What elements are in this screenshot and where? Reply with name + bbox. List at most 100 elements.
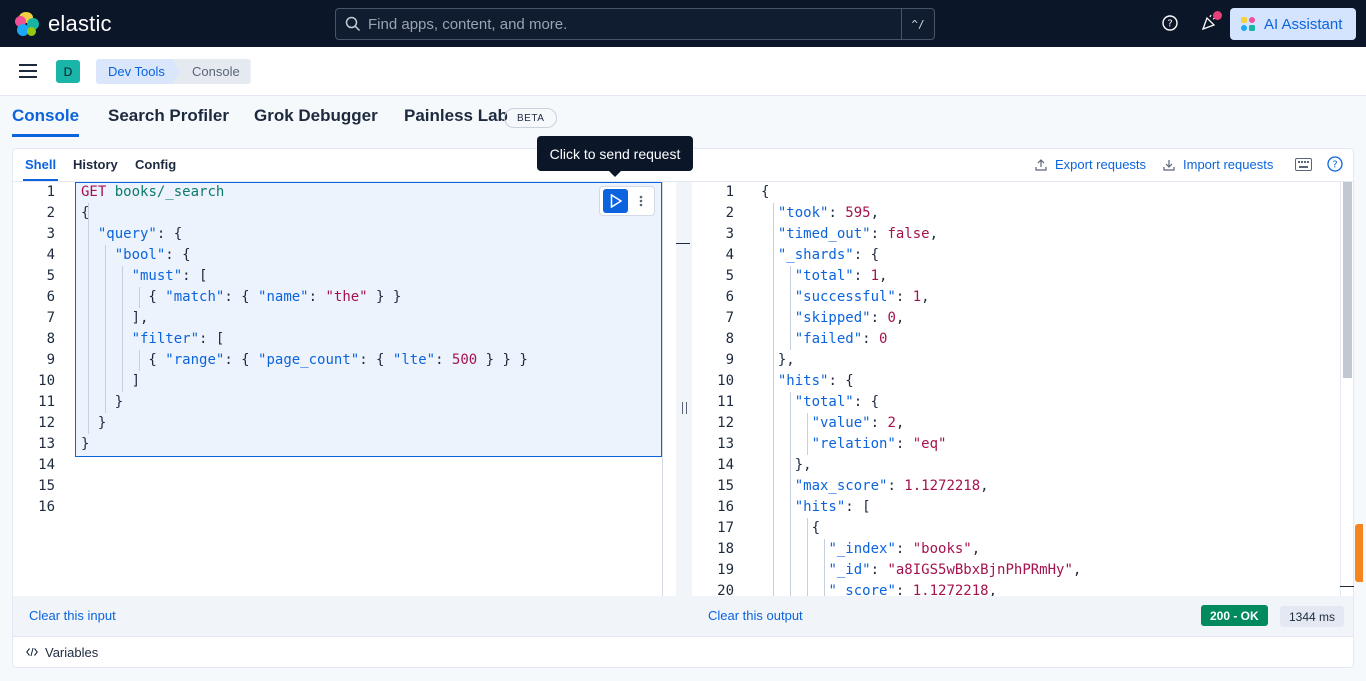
tab-shell[interactable]: Shell [22,157,59,181]
search-shortcut: ^/ [901,9,934,39]
elastic-logo-icon [15,11,40,37]
import-requests-button[interactable]: Import requests [1163,157,1273,172]
global-search[interactable]: ^/ [335,8,935,40]
line-number: 2 [725,205,734,221]
ai-assistant-icon [1241,17,1255,31]
logo-text: elastic [48,11,112,36]
import-icon [1163,159,1175,171]
console-help-icon[interactable]: ? [1327,156,1343,172]
line-number: 15 [38,478,55,494]
code-line: { [81,205,90,221]
space-avatar[interactable]: D [56,60,80,83]
code-line: } [81,436,90,452]
line-number: 9 [46,352,55,368]
code-line: "must": [ [131,268,208,284]
top-header: elastic ^/ ? AI Assistant [0,0,1366,47]
line-number: 5 [725,268,734,284]
output-line: "hits": [ [794,499,871,515]
output-line: "total": { [794,394,880,410]
line-number: 13 [717,436,734,452]
line-number: 11 [717,394,734,410]
ai-assistant-button[interactable]: AI Assistant [1230,8,1356,40]
code-icon [26,647,38,657]
output-scrollbar[interactable] [1340,182,1353,596]
line-number: 14 [38,457,55,473]
editor-footer: Clear this input [13,596,676,636]
breadcrumb-console: Console [172,59,251,84]
line-number: 2 [46,205,55,221]
line-number: 15 [717,478,734,494]
keyboard-shortcuts-icon[interactable] [1295,158,1312,171]
variables-bar[interactable]: Variables [13,636,1353,667]
more-actions-icon[interactable] [638,193,644,209]
line-number: 18 [717,541,734,557]
feedback-tab[interactable] [1355,524,1363,582]
search-input[interactable] [368,15,888,33]
code-line: ], [81,310,149,326]
line-number: 12 [38,415,55,431]
code-line: ] [81,373,141,389]
menu-icon[interactable] [19,64,37,78]
request-editor[interactable]: 1 2 3 4 5 6 7 8 9 10 11 12 13 14 15 16 GET books/_searc… [13,182,676,596]
response-output[interactable]: 1 2 3 4 5 6 7 8 9 10 11 12 13 14 15 16 17 18 19 20 { "took"… [692,182,1353,596]
clear-input-link[interactable]: Clear this input [29,608,116,623]
output-line: "failed": 0 [794,331,888,347]
editor-scrollbar[interactable] [662,182,663,596]
output-splitter-mark [1340,586,1354,587]
send-request-tooltip: Click to send request [537,136,693,177]
notification-dot [1213,11,1222,20]
console-panel: Shell History Config Export requests Imp… [12,148,1354,668]
output-line: "_score": 1.1272218, [828,583,998,596]
variables-label: Variables [45,644,99,660]
line-number: 16 [717,499,734,515]
output-line: { [761,520,821,536]
line-number: 9 [725,352,734,368]
send-request-button[interactable] [603,189,628,213]
search-icon [345,16,361,32]
code-line: { "range": { "page_count": { "lte": 500 … [81,352,528,368]
line-number: 1 [725,184,734,200]
export-requests-label: Export requests [1055,157,1147,172]
line-number: 3 [46,226,55,242]
output-line: "relation": "eq" [811,436,947,452]
clear-output-link[interactable]: Clear this output [708,608,803,623]
svg-text:?: ? [1332,160,1337,171]
dev-tools-tabs: Console Search Profiler Grok Debugger Pa… [0,96,1366,137]
line-number: 4 [46,247,55,263]
tab-painless-lab[interactable]: Painless Lab [404,106,508,126]
line-number: 8 [725,331,734,347]
elastic-logo[interactable]: elastic [15,11,112,37]
tab-search-profiler[interactable]: Search Profiler [108,106,229,126]
output-line: "_index": "books", [828,541,981,557]
export-requests-button[interactable]: Export requests [1035,157,1146,172]
line-number: 19 [717,562,734,578]
output-gutter: 1 2 3 4 5 6 7 8 9 10 11 12 13 14 15 16 17 18 19 20 [692,182,750,596]
line-number: 17 [717,520,734,536]
splitter-mark [676,243,690,244]
resize-handle-icon[interactable] [682,402,687,414]
line-number: 7 [46,310,55,326]
output-footer: Clear this output 200 - OK 1344 ms [692,596,1353,636]
line-number: 6 [725,289,734,305]
tab-config[interactable]: Config [135,157,176,172]
output-line: { [761,184,770,200]
output-line: "successful": 1, [794,289,930,305]
line-number: 10 [717,373,734,389]
output-line: "skipped": 0, [794,310,905,326]
line-number: 14 [717,457,734,473]
line-number: 6 [46,289,55,305]
export-icon [1035,158,1047,171]
panel-resizer[interactable] [676,182,692,637]
tab-console[interactable]: Console [12,106,80,137]
output-scroll-thumb[interactable] [1343,182,1352,378]
output-line: "_shards": { [777,247,880,263]
tab-history[interactable]: History [73,157,118,172]
tab-grok-debugger[interactable]: Grok Debugger [254,106,378,126]
line-number: 8 [46,331,55,347]
output-line: "_id": "a8IGS5wBbxBjnPhPRmHy", [828,562,1082,578]
breadcrumb-dev-tools[interactable]: Dev Tools [96,59,185,84]
code-line: "bool": { [114,247,191,263]
output-line: "hits": { [777,373,854,389]
line-number: 13 [38,436,55,452]
help-icon[interactable]: ? [1161,14,1179,32]
